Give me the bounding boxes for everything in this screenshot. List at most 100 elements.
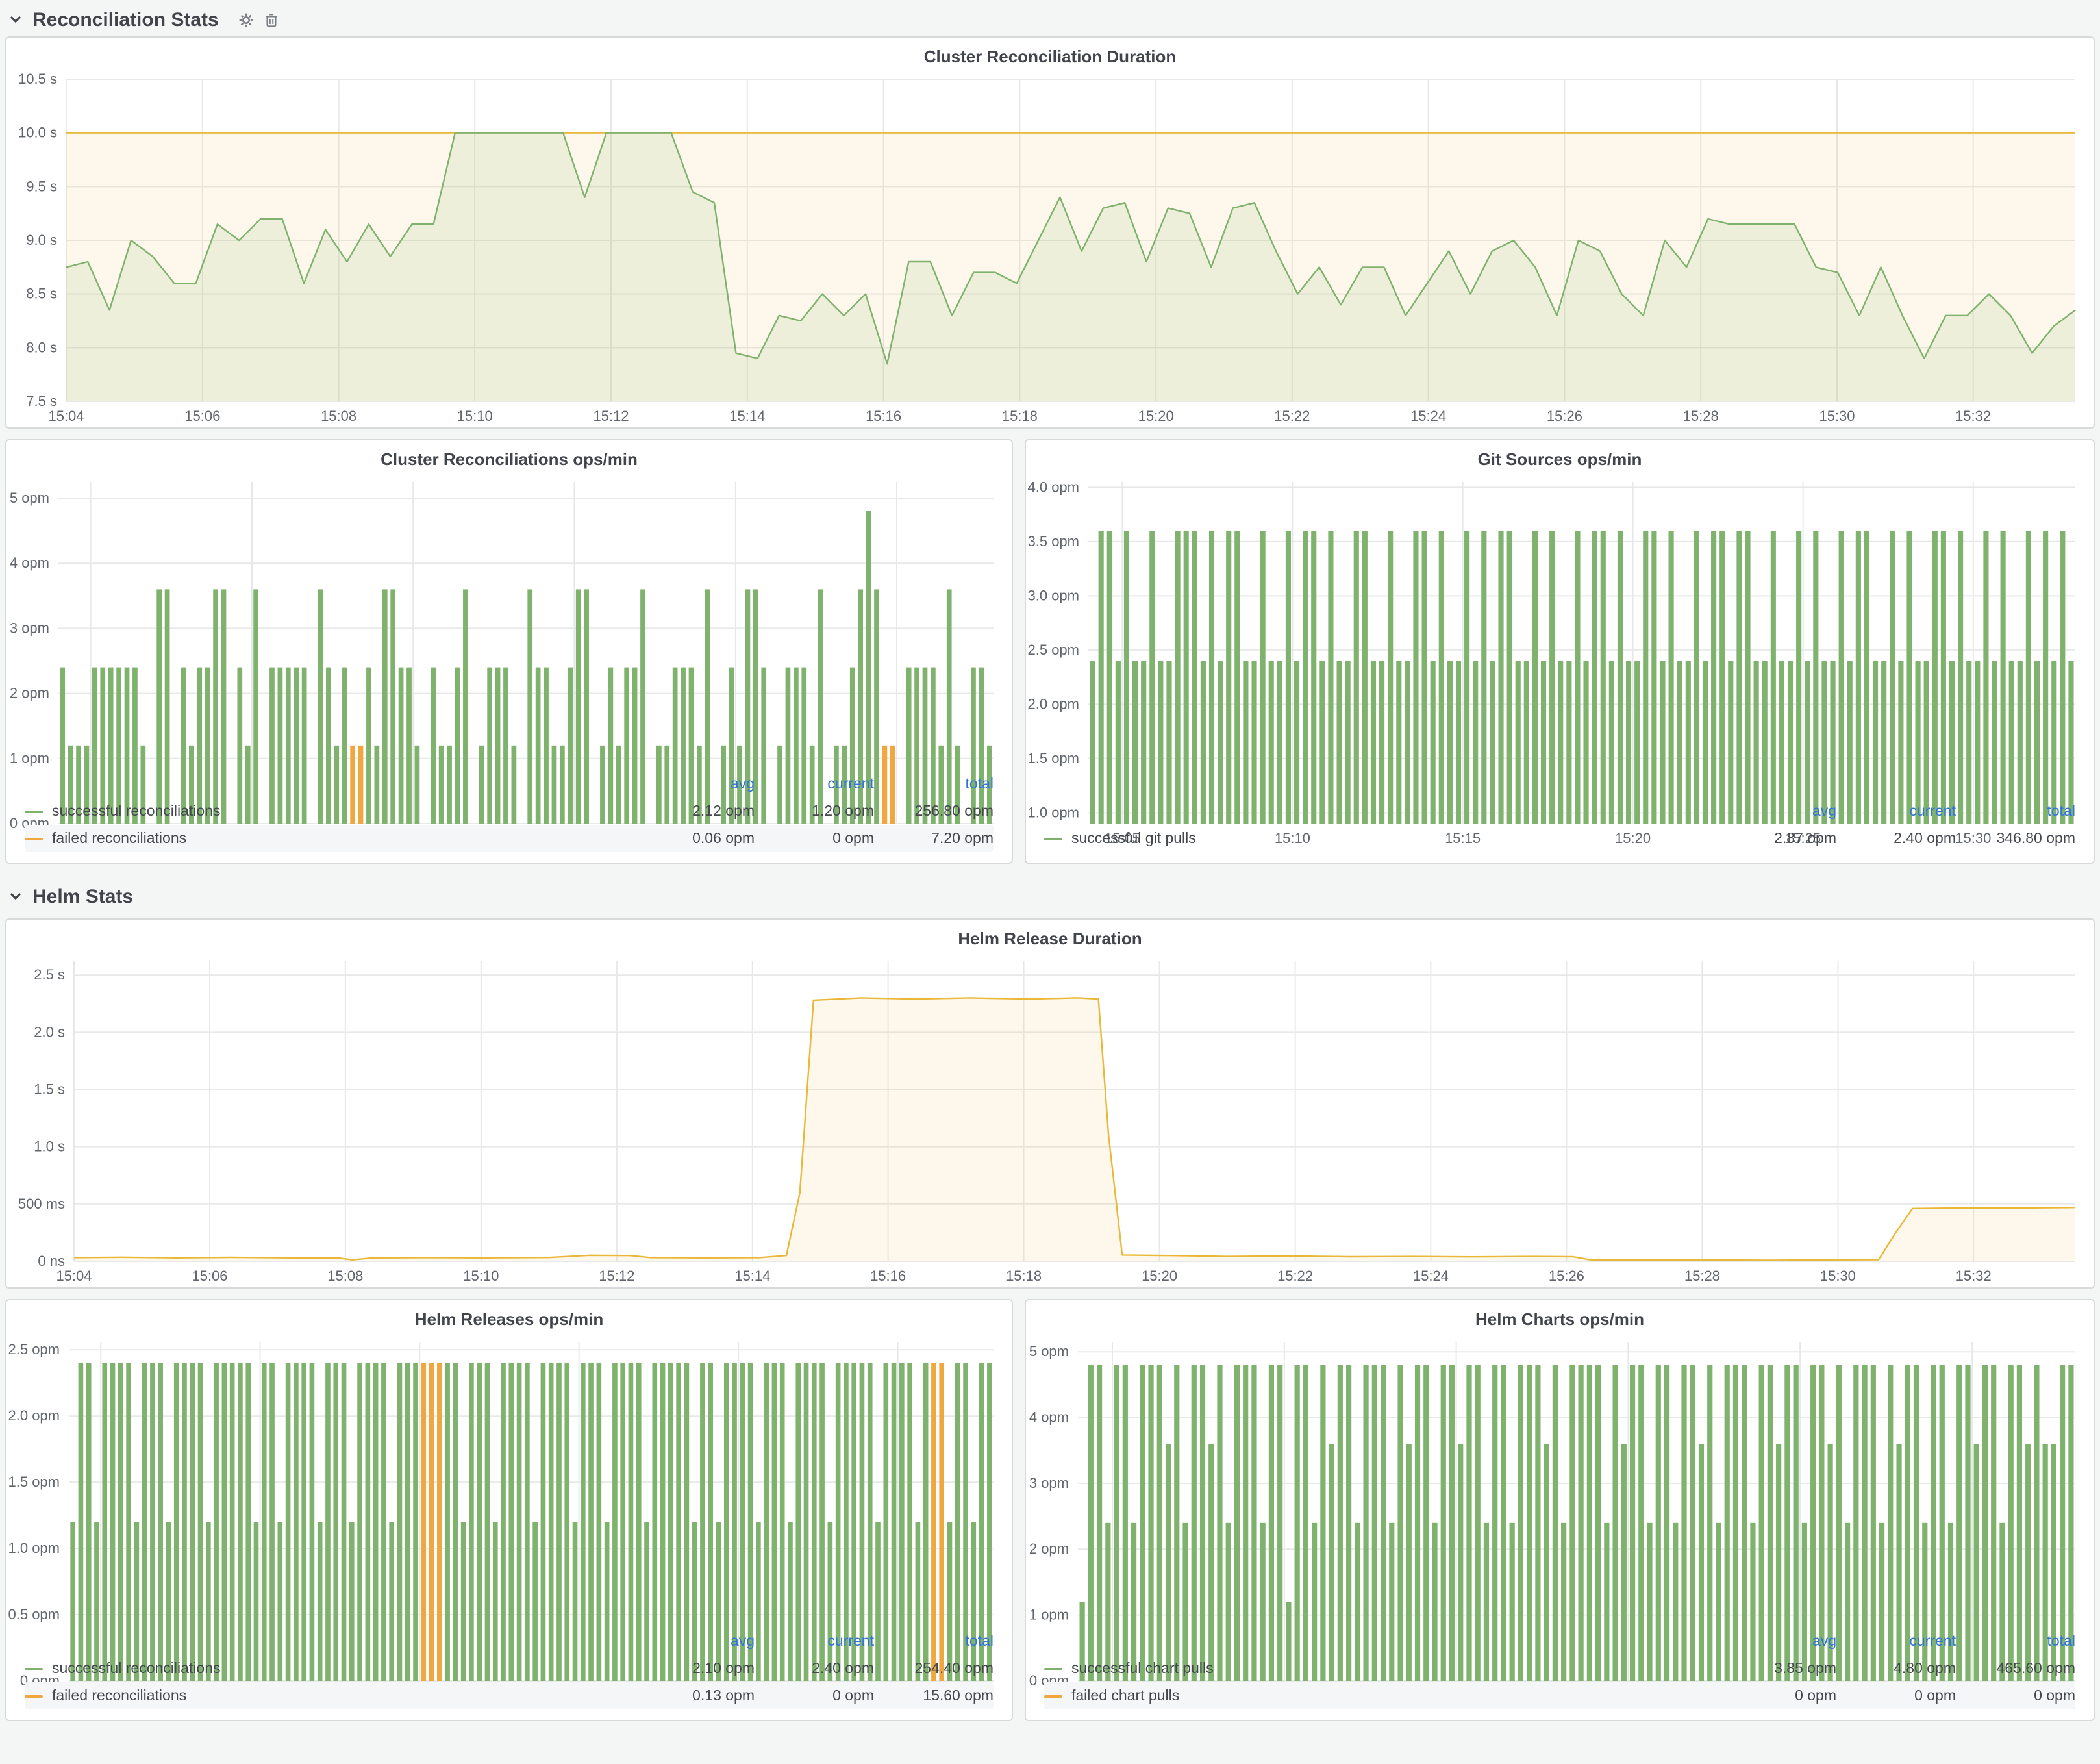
legend-header-current[interactable]: current — [755, 776, 874, 792]
svg-text:2 opm: 2 opm — [1029, 1541, 1069, 1557]
legend-header-row: avgcurrenttotal — [1044, 1628, 2075, 1655]
legend-helm-charts: avgcurrenttotalsuccessful chart pulls3.8… — [1026, 1625, 2094, 1720]
panel-title[interactable]: Helm Charts ops/min — [1026, 1300, 2094, 1331]
chart-cluster-reconciliations-opm[interactable]: 0 opm1 opm2 opm3 opm4 opm5 opm15:0515:10… — [6, 472, 1012, 768]
panel-title[interactable]: Helm Releases ops/min — [6, 1300, 1012, 1331]
legend-row: successful reconciliations2.12 opm1.20 o… — [25, 798, 994, 825]
chevron-down-icon[interactable] — [8, 12, 23, 27]
legend-series-label: successful git pulls — [1071, 831, 1196, 846]
svg-text:15:12: 15:12 — [599, 1268, 634, 1284]
svg-text:500 ms: 500 ms — [18, 1196, 65, 1212]
legend-value-current: 0 opm — [1836, 1688, 1956, 1704]
svg-text:15:04: 15:04 — [56, 1268, 92, 1284]
svg-text:5 opm: 5 opm — [10, 490, 49, 506]
legend-series[interactable]: successful reconciliations — [25, 803, 635, 819]
legend-row: failed reconciliations0.13 opm0 opm15.60… — [25, 1682, 994, 1709]
legend-value-avg: 0 opm — [1717, 1688, 1836, 1704]
panel-title[interactable]: Git Sources ops/min — [1026, 440, 2094, 472]
panel-title[interactable]: Cluster Reconciliation Duration — [6, 38, 2094, 69]
legend-series-dash-icon — [25, 1667, 43, 1670]
svg-text:3 opm: 3 opm — [10, 620, 49, 636]
series-successful-git-pulls — [1090, 531, 2073, 824]
legend-row: successful chart pulls3.85 opm4.80 opm46… — [1044, 1655, 2075, 1682]
legend-header-total[interactable]: total — [1956, 1633, 2075, 1649]
svg-text:4 opm: 4 opm — [10, 555, 49, 571]
svg-text:15:18: 15:18 — [1002, 408, 1038, 424]
legend-value-total: 254.40 opm — [874, 1661, 994, 1676]
svg-text:1.5 s: 1.5 s — [34, 1081, 65, 1097]
legend-git-sources: avgcurrenttotal successful git pulls 2.87 … — [1026, 795, 2094, 863]
legend-value-avg: 2.87 opm — [1717, 831, 1836, 846]
svg-text:0.5 opm: 0.5 opm — [8, 1606, 60, 1622]
svg-text:3 opm: 3 opm — [1029, 1475, 1069, 1491]
legend-series[interactable]: failed chart pulls — [1044, 1688, 1717, 1704]
legend-series-dash-icon — [1044, 837, 1062, 840]
legend-value-total: 7.20 opm — [874, 831, 994, 846]
y-axis-labels: 1.0 opm1.5 opm2.0 opm2.5 opm3.0 opm3.5 o… — [1028, 479, 1080, 820]
legend-value-current: 2.40 opm — [1836, 831, 1956, 846]
panel-row: Cluster Reconciliations ops/min 0 opm 1 o… — [5, 439, 2095, 864]
legend-header-total[interactable]: total — [874, 776, 994, 792]
legend-header-total[interactable]: total — [874, 1633, 994, 1649]
svg-text:15:04: 15:04 — [48, 408, 84, 424]
svg-text:15:32: 15:32 — [1956, 1268, 1992, 1284]
legend-header-current[interactable]: current — [755, 1633, 874, 1649]
legend-header-current[interactable]: current — [1836, 803, 1956, 819]
legend-header-avg[interactable]: avg — [1717, 803, 1836, 819]
svg-text:15:10: 15:10 — [463, 1268, 499, 1284]
chart-helm-release-duration[interactable]: 0 ns500 ms1.0 s1.5 s2.0 s2.5 s15:0415:06… — [6, 951, 2094, 1287]
legend-header-avg[interactable]: avg — [635, 1633, 755, 1649]
svg-text:8.5 s: 8.5 s — [26, 286, 57, 302]
svg-text:4.0 opm: 4.0 opm — [1028, 479, 1080, 495]
svg-text:15:20: 15:20 — [1138, 408, 1174, 424]
svg-text:1 opm: 1 opm — [10, 750, 49, 766]
svg-text:2.0 opm: 2.0 opm — [8, 1407, 60, 1424]
chart-helm-charts-opm[interactable]: 0 opm1 opm2 opm3 opm4 opm5 opm15:0515:10… — [1026, 1331, 2094, 1625]
panel-row: Helm Releases ops/min 0 opm0.5 opm1.0 op… — [5, 1299, 2095, 1721]
svg-text:9.0 s: 9.0 s — [26, 232, 57, 248]
svg-text:15:30: 15:30 — [1819, 408, 1855, 424]
svg-text:15:30: 15:30 — [1820, 1268, 1856, 1284]
row-title-reconciliation-stats[interactable]: Reconciliation Stats — [32, 8, 219, 31]
svg-text:2.0 opm: 2.0 opm — [1028, 696, 1080, 712]
legend-row: successful reconciliations2.10 opm2.40 o… — [25, 1655, 994, 1682]
svg-text:1.0 s: 1.0 s — [34, 1139, 65, 1155]
svg-text:7.5 s: 7.5 s — [26, 393, 57, 409]
legend-series-label: successful chart pulls — [1071, 1661, 1214, 1676]
legend-series-label: failed reconciliations — [52, 1688, 186, 1704]
svg-text:15:32: 15:32 — [1955, 408, 1991, 424]
svg-text:15:08: 15:08 — [321, 408, 356, 424]
svg-text:15:14: 15:14 — [734, 1268, 770, 1284]
chevron-down-icon[interactable] — [8, 888, 23, 904]
panel-title[interactable]: Cluster Reconciliations ops/min — [6, 440, 1012, 472]
svg-text:3.5 opm: 3.5 opm — [1028, 533, 1080, 549]
gear-icon[interactable] — [238, 11, 255, 28]
legend-header-current[interactable]: current — [1836, 1633, 1956, 1649]
row-header-reconciliation-stats: Reconciliation Stats — [5, 3, 2095, 36]
trash-icon[interactable] — [264, 11, 280, 28]
legend-header-avg[interactable]: avg — [1717, 1633, 1836, 1649]
legend-value-avg: 0.13 opm — [635, 1688, 755, 1704]
svg-text:2.5 opm: 2.5 opm — [8, 1341, 60, 1357]
legend-series[interactable]: successful reconciliations — [25, 1661, 635, 1676]
legend-series[interactable]: successful git pulls — [1044, 831, 1717, 846]
panel-cluster-reconciliations-opm: Cluster Reconciliations ops/min 0 opm 1 o… — [5, 439, 1013, 864]
legend-value-total: 0 opm — [1956, 1688, 2075, 1704]
chart-cluster-reconciliation-duration[interactable]: 7.5 s8.0 s8.5 s9.0 s9.5 s10.0 s10.5 s15:… — [6, 69, 2094, 427]
legend-series[interactable]: failed reconciliations — [25, 1688, 635, 1704]
svg-text:0 ns: 0 ns — [38, 1253, 65, 1269]
legend-value-current: 0 opm — [755, 831, 874, 846]
svg-text:1.5 opm: 1.5 opm — [1028, 750, 1080, 766]
row-title-helm-stats[interactable]: Helm Stats — [32, 885, 133, 907]
svg-text:15:26: 15:26 — [1549, 1268, 1584, 1284]
legend-series[interactable]: successful chart pulls — [1044, 1661, 1717, 1676]
svg-text:15:10: 15:10 — [457, 408, 493, 424]
legend-header-avg[interactable]: avg — [635, 776, 755, 792]
chart-helm-releases-opm[interactable]: 0 opm0.5 opm1.0 opm1.5 opm2.0 opm2.5 opm… — [6, 1331, 1012, 1625]
legend-value-current: 2.40 opm — [755, 1661, 874, 1676]
chart-git-sources-opm[interactable]: 1.0 opm1.5 opm2.0 opm2.5 opm3.0 opm3.5 o… — [1026, 472, 2094, 795]
legend-series[interactable]: failed reconciliations — [25, 831, 635, 846]
panel-title[interactable]: Helm Release Duration — [6, 920, 2094, 951]
panel-cluster-reconciliation-duration: Cluster Reconciliation Duration 7.5 s8.0… — [5, 36, 2095, 429]
legend-header-total[interactable]: total — [1956, 803, 2075, 819]
